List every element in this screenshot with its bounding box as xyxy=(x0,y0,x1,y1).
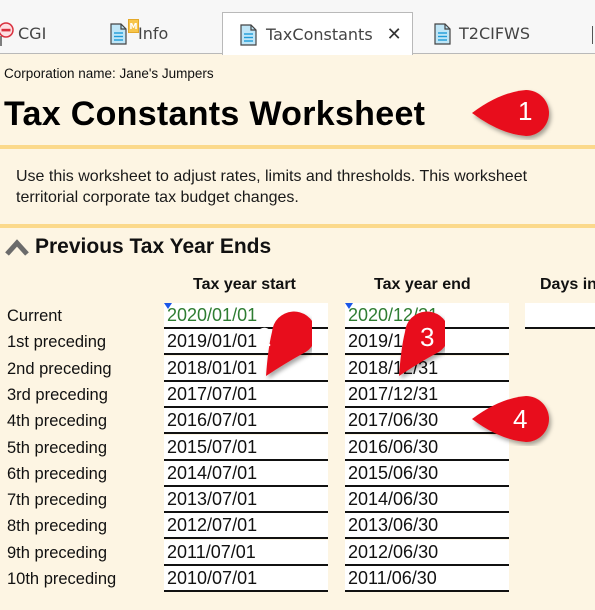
description: Use this worksheet to adjust rates, limi… xyxy=(16,166,595,208)
tab-bar: CGI M Info TaxConstants ✕ T2CIFWS xyxy=(0,0,595,55)
override-flag-icon xyxy=(345,303,353,309)
callout-number: 4 xyxy=(513,404,528,434)
callout-number: 1 xyxy=(518,96,533,126)
document-icon xyxy=(240,23,257,46)
field-value: 2012/06/30 xyxy=(348,541,439,562)
callout-1: 1 xyxy=(470,86,560,145)
divider xyxy=(0,145,595,149)
field-value: 2011/07/01 xyxy=(167,541,256,562)
column-header-start: Tax year start xyxy=(193,276,296,293)
field-value: 2012/07/01 xyxy=(167,515,258,536)
callout-4: 4 xyxy=(470,392,560,451)
row-label: 7th preceding xyxy=(7,491,107,510)
field-value: 2020/01/01 xyxy=(167,305,258,325)
divider xyxy=(0,224,595,228)
tab-label: Info xyxy=(138,23,169,43)
row-label: 5th preceding xyxy=(7,438,107,457)
tax-year-start-field[interactable]: 2010/07/01 xyxy=(164,566,328,592)
tax-year-end-field[interactable]: 2011/06/30 xyxy=(345,566,509,592)
field-value: 2018/01/01 xyxy=(167,357,258,378)
tax-year-start-field[interactable]: 2015/07/01 xyxy=(164,434,328,461)
document-icon: M xyxy=(110,18,139,45)
row-label: 4th preceding xyxy=(7,412,107,431)
field-value: 2011/06/30 xyxy=(348,568,437,588)
tax-year-start-field[interactable]: 2017/07/01 xyxy=(164,381,328,408)
row-label: 9th preceding xyxy=(7,543,107,562)
tab-separator xyxy=(592,26,593,44)
row-label: 1st preceding xyxy=(7,333,107,352)
tax-year-end-field[interactable]: 2014/06/30 xyxy=(345,487,509,514)
field-value: 2017/12/31 xyxy=(348,383,439,404)
callout-2: 2 xyxy=(257,310,316,385)
tab-label: T2CIFWS xyxy=(459,23,531,43)
field-value: 2015/06/30 xyxy=(348,462,439,483)
field-value: 2015/07/01 xyxy=(167,436,258,457)
column-header-end: Tax year end xyxy=(374,276,471,293)
tax-year-start-field[interactable]: 2016/07/01 xyxy=(164,408,328,435)
tab-cgi[interactable]: CGI xyxy=(0,12,46,54)
tab-label: TaxConstants xyxy=(266,24,373,44)
field-value: 2016/07/01 xyxy=(167,410,258,431)
tax-year-end-field[interactable]: 2013/06/30 xyxy=(345,513,509,540)
row-label: 10th preceding xyxy=(7,570,117,588)
section-title: Previous Tax Year Ends xyxy=(35,235,272,258)
field-value: 2017/06/30 xyxy=(348,410,439,431)
tax-year-start-field[interactable]: 2014/07/01 xyxy=(164,460,328,487)
days-in-year-field[interactable] xyxy=(525,303,595,329)
tax-year-end-field[interactable]: 2015/06/30 xyxy=(345,460,509,487)
override-flag-icon xyxy=(164,303,172,309)
tab-t2cifws[interactable]: T2CIFWS xyxy=(434,12,530,54)
tax-year-start-field[interactable]: 2013/07/01 xyxy=(164,487,328,514)
field-value: 2014/06/30 xyxy=(348,489,439,510)
close-icon[interactable]: ✕ xyxy=(387,24,402,45)
field-value: 2016/06/30 xyxy=(348,436,439,457)
row-label: 2nd preceding xyxy=(7,359,112,378)
tax-year-start-field[interactable]: 2012/07/01 xyxy=(164,513,328,540)
field-value: 2017/07/01 xyxy=(167,383,258,404)
chevron-up-icon[interactable] xyxy=(4,237,30,257)
document-icon xyxy=(434,22,451,45)
callout-number: 2 xyxy=(257,322,272,352)
description-line: territorial corporate tax budget changes… xyxy=(16,189,299,206)
modified-badge: M xyxy=(128,18,139,33)
description-line: Use this worksheet to adjust rates, limi… xyxy=(16,168,528,185)
field-value: 2010/07/01 xyxy=(167,568,258,588)
row-label: 6th preceding xyxy=(7,464,107,483)
field-value: 2013/07/01 xyxy=(167,489,258,510)
column-header-days: Days in xyxy=(540,276,595,293)
row-label: Current xyxy=(7,307,63,325)
tab-taxconstants[interactable]: TaxConstants ✕ xyxy=(222,12,413,55)
callout-number: 3 xyxy=(420,322,435,352)
tab-label: CGI xyxy=(18,23,47,43)
tax-year-start-field[interactable]: 2011/07/01 xyxy=(164,539,328,566)
error-pin-icon xyxy=(0,22,16,46)
callout-3: 3 xyxy=(395,310,449,385)
page-title: Tax Constants Worksheet xyxy=(4,95,426,133)
tab-info[interactable]: M Info xyxy=(110,12,168,54)
field-value: 2013/06/30 xyxy=(348,515,439,536)
row-label: 8th preceding xyxy=(7,517,107,536)
field-value: 2019/01/01 xyxy=(167,331,258,352)
field-value: 2014/07/01 xyxy=(167,462,258,483)
tax-year-end-field[interactable]: 2012/06/30 xyxy=(345,539,509,566)
row-label: 3rd preceding xyxy=(7,385,108,404)
section-header[interactable]: Previous Tax Year Ends xyxy=(4,235,271,259)
corporation-name: Corporation name: Jane's Jumpers xyxy=(4,66,214,81)
